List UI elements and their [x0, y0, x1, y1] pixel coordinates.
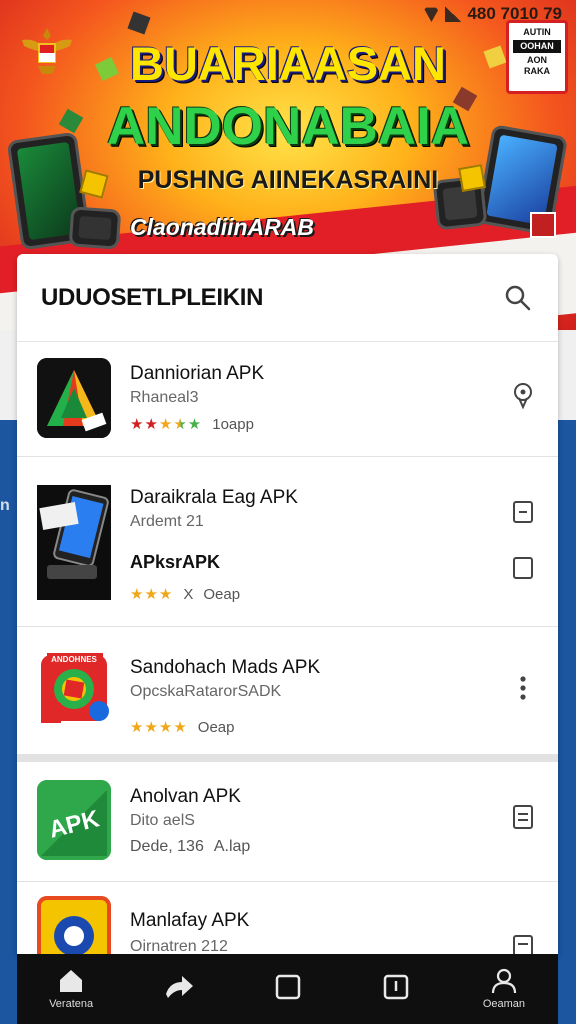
- app-meta: ★★★ X Oeap: [130, 585, 241, 604]
- square-icon: [275, 974, 300, 1000]
- rating-stars: ★★★★★: [130, 416, 203, 433]
- app-list-item[interactable]: Danniorian APK Rhaneal3 ★★★★★ 1oapp: [17, 342, 558, 457]
- app-list-item[interactable]: Daraikrala Eag APK Ardemt 21 APksrAPK ★★…: [17, 457, 558, 627]
- app-list-card: UDUOSETLPLEIKIN Danniorian APK Rhaneal3 …: [17, 254, 558, 954]
- select-checkbox[interactable]: [512, 557, 534, 579]
- note-icon: [513, 501, 533, 523]
- card-icon: [530, 212, 556, 238]
- app-size: Oeap: [197, 718, 235, 736]
- banner-subheadline: PUSHNG AIINEKASRAINI: [137, 166, 439, 194]
- card-title: UDUOSETLPLEIKIN: [41, 283, 264, 311]
- app-developer: Oirnatren 212: [130, 938, 228, 954]
- side-text: n: [0, 497, 10, 514]
- nav-overview[interactable]: [233, 954, 341, 1024]
- rating-stars: ★★★: [130, 586, 174, 603]
- share-icon: [166, 976, 194, 998]
- details-button[interactable]: [512, 935, 534, 954]
- banner-headline: BUARIAASAN: [130, 37, 446, 90]
- bottom-navigation: Veratena Oeaman: [17, 954, 558, 1024]
- nav-label: Veratena: [49, 998, 94, 1010]
- pin-icon: [514, 383, 532, 410]
- app-date: Dede, 136: [130, 838, 204, 855]
- nav-info[interactable]: [342, 954, 450, 1024]
- checkbox-icon: [513, 557, 533, 579]
- nav-profile[interactable]: Oeaman: [450, 954, 558, 1024]
- app-list-item[interactable]: Manlafay APK Oirnatren 212: [17, 882, 558, 954]
- app-icon: APK: [37, 780, 111, 860]
- card-icon: [127, 11, 151, 35]
- app-name: Anolvan APK: [130, 786, 241, 807]
- nav-label: Oeaman: [482, 998, 526, 1010]
- app-size: 1oapp: [212, 415, 254, 433]
- note-button[interactable]: [512, 501, 534, 523]
- info-icon: [383, 974, 408, 1000]
- app-name: Daraikrala Eag APK: [130, 487, 298, 508]
- search-button[interactable]: [502, 282, 534, 314]
- app-list-item[interactable]: ANDOHNES Sandohach Mads APK OpcskaRataro…: [17, 627, 558, 762]
- more-options-button[interactable]: [512, 676, 534, 700]
- app-meta: Dede, 136 A.lap: [130, 838, 250, 856]
- banner-tagline: ClaonadiinARAB: [130, 214, 314, 240]
- app-size: A.lap: [213, 838, 251, 855]
- banner-headline-secondary: ANDONABAIA: [106, 97, 470, 156]
- app-meta: ★★★★ Oeap: [130, 718, 235, 737]
- rating-stars: ★★★★: [130, 719, 188, 736]
- rating-extra: X: [183, 585, 194, 603]
- app-icon: [37, 485, 111, 600]
- app-developer: Dito aelS: [130, 812, 195, 829]
- app-name: Sandohach Mads APK: [130, 657, 321, 678]
- app-meta: ★★★★★ 1oapp: [130, 415, 254, 434]
- app-icon: [37, 896, 111, 954]
- more-vert-icon: [520, 676, 526, 700]
- list-icon: [513, 805, 533, 829]
- app-icon: [37, 358, 111, 438]
- app-name: Manlafay APK: [130, 910, 250, 931]
- wifi-icon: [423, 7, 440, 22]
- nav-home[interactable]: Veratena: [17, 954, 125, 1024]
- phone-illustration: [68, 206, 122, 250]
- app-icon: ANDOHNES: [37, 651, 111, 731]
- app-developer: Ardemt 21: [130, 513, 204, 530]
- icon-text: ANDOHNES: [51, 655, 97, 664]
- app-developer: Rhaneal3: [130, 389, 199, 406]
- search-icon: [505, 285, 531, 310]
- app-developer: OpcskaRatarorSADK: [130, 683, 282, 700]
- list-icon: [513, 935, 533, 954]
- app-size: Oeap: [203, 585, 241, 603]
- card-header: UDUOSETLPLEIKIN: [17, 254, 558, 342]
- nav-share[interactable]: [125, 954, 233, 1024]
- details-button[interactable]: [512, 805, 534, 829]
- app-list-item[interactable]: APK Anolvan APK Dito aelS Dede, 136 A.la…: [17, 762, 558, 882]
- app-name: Danniorian APK: [130, 363, 265, 384]
- pin-button[interactable]: [512, 383, 534, 410]
- signal-icon: [445, 6, 462, 22]
- app-name-secondary: APksrAPK: [130, 552, 221, 572]
- home-icon: [60, 970, 83, 992]
- profile-icon: [491, 968, 517, 994]
